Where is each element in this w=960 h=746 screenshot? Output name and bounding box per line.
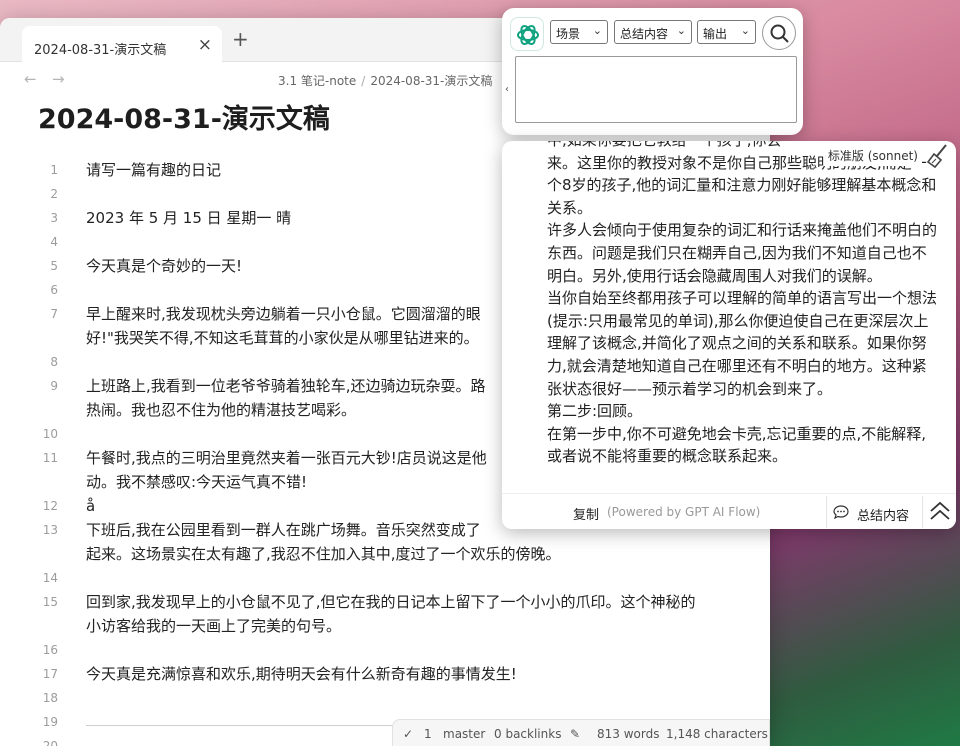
chat-icon xyxy=(833,505,849,519)
tab-title: 2024-08-31-演示文稿 xyxy=(34,43,167,58)
line-number: 4 xyxy=(50,235,58,249)
status-bar: ✓ 1 master 0 backlinks ✎ 813 words 1,148… xyxy=(392,719,770,746)
scene-select-value: 场景 xyxy=(556,27,581,41)
check-icon[interactable]: ✓ xyxy=(403,727,413,741)
line-number: 18 xyxy=(42,691,58,705)
result-text[interactable]: 中,如果你要把它教给一个孩子,你会来。这里你的教授对象不是你自己那些聪明的朋友,… xyxy=(547,141,939,468)
summary-select[interactable]: 总结内容 ⌄ xyxy=(614,20,692,44)
line-text: 回到家,我发现早上的小仓鼠不见了,但它在我的日记本上留下了一个小小的爪印。这个神… xyxy=(86,593,696,611)
close-icon[interactable]: × xyxy=(198,35,212,55)
result-paragraph: 当你自始至终都用孩子可以理解的简单的语言写出一个想法(提示:只用最常见的单词),… xyxy=(547,289,938,398)
summary-select-value: 总结内容 xyxy=(620,27,669,41)
broom-icon[interactable] xyxy=(926,143,950,169)
result-paragraph: 第二步:回顾。 xyxy=(547,402,643,421)
arrow-right-icon[interactable]: → xyxy=(52,70,65,88)
line-number: 5 xyxy=(50,259,58,273)
chevron-double-up-icon xyxy=(930,501,950,520)
line-number: 13 xyxy=(42,523,58,537)
new-tab-icon[interactable]: + xyxy=(232,27,249,51)
search-button[interactable] xyxy=(762,16,796,50)
breadcrumb: 3.1 笔记-note / 2024-08-31-演示文稿 xyxy=(278,72,492,89)
line-number: 12 xyxy=(42,499,58,513)
collapse-button[interactable] xyxy=(922,496,956,528)
page-title[interactable]: 2024-08-31-演示文稿 xyxy=(38,97,330,136)
summary-label: 总结内容 xyxy=(857,509,910,524)
backlinks-count[interactable]: 0 backlinks xyxy=(494,727,561,741)
breadcrumb-folder[interactable]: 3.1 笔记-note xyxy=(278,74,356,88)
line-text: 起来。这场景实在太有趣了,我忍不住加入其中,度过了一个欢乐的傍晚。 xyxy=(86,545,561,563)
line-number: 17 xyxy=(42,667,58,681)
breadcrumb-separator: / xyxy=(361,74,366,88)
line-number: 11 xyxy=(42,451,58,465)
line-number: 15 xyxy=(42,595,58,609)
line-number: 19 xyxy=(42,715,58,729)
prompt-input[interactable] xyxy=(515,56,797,123)
line-number: 1 xyxy=(50,163,58,177)
copy-button[interactable]: 复制 xyxy=(573,504,599,523)
summary-button[interactable]: 总结内容 xyxy=(826,496,918,528)
arrow-left-icon[interactable]: ← xyxy=(24,70,37,88)
result-paragraph: 许多人会倾向于使用复杂的词汇和行话来掩盖他们不明白的东西。问题是我们只在糊弄自己… xyxy=(547,221,938,285)
pencil-icon[interactable]: ✎ xyxy=(570,727,580,741)
result-paragraph: 在第一步中,你不可避免地会卡壳,忘记重要的点,不能解释,或者说不能将重要的概念联… xyxy=(547,424,927,466)
search-icon xyxy=(770,24,789,43)
line-number: 2 xyxy=(50,187,58,201)
chevron-down-icon: ⌄ xyxy=(592,24,602,37)
line-number: 7 xyxy=(50,307,58,321)
line-number: 20 xyxy=(42,739,58,746)
chevron-down-icon: ⌄ xyxy=(676,24,686,37)
line-number: 16 xyxy=(42,643,58,657)
breadcrumb-file[interactable]: 2024-08-31-演示文稿 xyxy=(370,74,492,88)
powered-by-label: (Powered by GPT AI Flow) xyxy=(607,505,761,519)
openai-logo-icon xyxy=(510,17,544,51)
chevron-down-icon: ⌄ xyxy=(740,24,750,37)
gpt-flow-popup: 场景 ⌄ 总结内容 ⌄ 输出 ⌄ ‹ xyxy=(502,8,803,135)
line-number: 14 xyxy=(42,571,58,585)
result-footer: 复制 (Powered by GPT AI Flow) 总结内容 xyxy=(502,493,956,529)
line-number: 9 xyxy=(50,379,58,393)
output-select-value: 输出 xyxy=(703,27,728,41)
line-number: 10 xyxy=(42,427,58,441)
line-number: 8 xyxy=(50,355,58,369)
tab-document[interactable]: 2024-08-31-演示文稿 × xyxy=(22,26,222,62)
output-select[interactable]: 输出 ⌄ xyxy=(697,20,756,44)
model-badge[interactable]: 标准版 (sonnet) xyxy=(823,145,922,166)
git-branch[interactable]: master xyxy=(443,727,485,741)
status-count: 1 xyxy=(424,727,432,741)
line-number: 6 xyxy=(50,283,58,297)
line-number: 3 xyxy=(50,211,58,225)
word-count: 813 words xyxy=(597,727,660,741)
character-count: 1,148 characters xyxy=(666,727,768,741)
result-panel: 中,如果你要把它教给一个孩子,你会来。这里你的教授对象不是你自己那些聪明的朋友,… xyxy=(502,141,956,529)
scene-select[interactable]: 场景 ⌄ xyxy=(550,20,608,44)
line-text: 今天真是充满惊喜和欢乐,期待明天会有什么新奇有趣的事情发生! xyxy=(86,665,517,683)
line-text: 小访客给我的一天画上了完美的句号。 xyxy=(86,617,342,635)
chevron-left-icon[interactable]: ‹ xyxy=(505,84,509,95)
